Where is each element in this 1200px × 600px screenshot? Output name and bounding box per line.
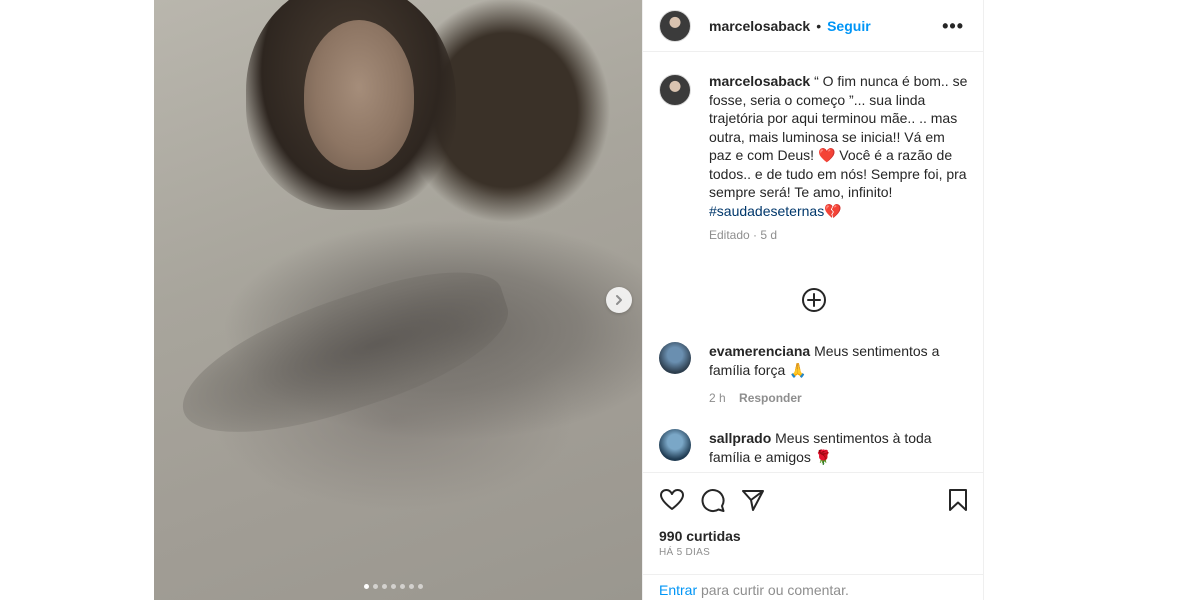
chevron-right-icon — [616, 295, 622, 305]
header-separator: • — [816, 17, 822, 34]
post-date: HÁ 5 DIAS — [659, 547, 711, 558]
more-options-icon[interactable]: ••• — [942, 16, 964, 37]
comment-time: 2 h — [709, 391, 726, 405]
plus-circle-icon — [802, 288, 826, 312]
caption-hashtag[interactable]: #saudadeseternas — [709, 203, 824, 219]
likes-count[interactable]: 990 curtidas — [659, 528, 741, 544]
caption-author-username[interactable]: marcelosaback — [709, 73, 810, 89]
carousel-dot — [373, 584, 378, 589]
follow-button[interactable]: Seguir — [827, 18, 871, 34]
photo-face-shape — [304, 20, 414, 170]
photo-arm-shape — [165, 250, 523, 460]
author-username[interactable]: marcelosaback — [709, 18, 810, 34]
carousel-dot — [391, 584, 396, 589]
caption-text: “ O fim nunca é bom.. se fosse, seria o … — [709, 73, 968, 200]
login-prompt-text: para curtir ou comentar. — [697, 582, 849, 598]
commenter-avatar[interactable] — [659, 429, 691, 461]
comment-item: evamerenciana Meus sentimentos a família… — [659, 342, 969, 408]
caption-author-avatar[interactable] — [659, 74, 691, 106]
comment-icon[interactable] — [700, 487, 726, 513]
carousel-dot — [400, 584, 405, 589]
commenter-username[interactable]: sallprado — [709, 430, 771, 446]
carousel-dots — [364, 584, 423, 589]
post-caption: marcelosaback “ O fim nunca é bom.. se f… — [659, 72, 969, 245]
bookmark-icon[interactable] — [945, 487, 971, 513]
post-side-panel: marcelosaback • Seguir ••• marcelosaback… — [642, 0, 984, 600]
login-link[interactable]: Entrar — [659, 582, 697, 598]
carousel-dot — [364, 584, 369, 589]
broken-heart-emoji: 💔 — [824, 202, 842, 219]
carousel-dot — [409, 584, 414, 589]
post-photo[interactable] — [154, 0, 642, 600]
commenter-avatar[interactable] — [659, 342, 691, 374]
share-icon[interactable] — [740, 487, 766, 513]
comment-meta: 2 h Responder — [709, 389, 969, 408]
author-avatar[interactable] — [659, 9, 691, 42]
carousel-dot — [418, 584, 423, 589]
commenter-username[interactable]: evamerenciana — [709, 343, 810, 359]
post-header: marcelosaback • Seguir ••• — [643, 0, 984, 52]
post-actions — [643, 472, 984, 527]
caption-meta: Editado · 5 d — [709, 228, 778, 242]
carousel-next-button[interactable] — [606, 287, 632, 313]
load-more-comments-button[interactable] — [801, 287, 827, 313]
reply-button[interactable]: Responder — [739, 391, 802, 405]
heart-icon[interactable] — [659, 487, 685, 513]
carousel-dot — [382, 584, 387, 589]
login-prompt: Entrar para curtir ou comentar. — [643, 574, 984, 600]
comment-item: sallprado Meus sentimentos à toda famíli… — [659, 429, 969, 466]
